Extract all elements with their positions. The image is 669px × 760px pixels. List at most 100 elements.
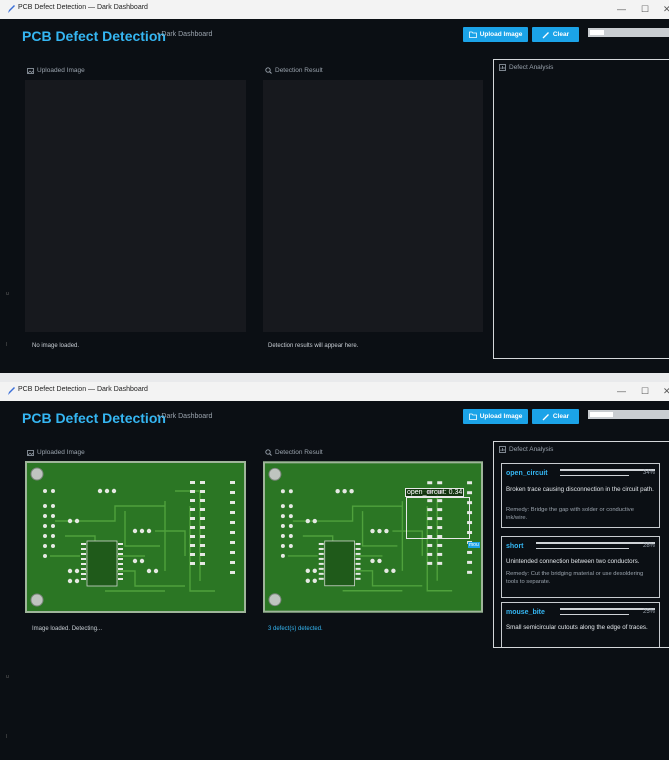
- pcb-pad: [190, 481, 195, 484]
- detection-status: 3 defect(s) detected.: [268, 626, 323, 632]
- pcb-pad: [43, 504, 47, 508]
- pcb-pad: [190, 517, 195, 520]
- pcb-pad: [190, 499, 195, 502]
- pcb-pad: [437, 481, 443, 485]
- pcb-pad: [43, 554, 47, 558]
- pcb-board-graphic: [25, 461, 246, 613]
- uploaded-image-label-text: Uploaded Image: [37, 449, 85, 456]
- defect-description: Unintended connection between two conduc…: [506, 558, 640, 565]
- pcb-pad: [280, 543, 285, 548]
- edge-marker: l: [6, 342, 8, 348]
- pcb-pad: [230, 491, 235, 494]
- pcb-pad: [230, 501, 235, 504]
- pcb-pad: [43, 534, 47, 538]
- pcb-pin: [355, 547, 361, 550]
- upload-label: Upload Image: [479, 413, 523, 420]
- upload-image-button[interactable]: Upload Image: [463, 27, 528, 42]
- pcb-pin: [118, 578, 123, 580]
- detection-result-label: Detection Result: [265, 67, 323, 74]
- pcb-pad: [370, 528, 375, 534]
- loaded-state-screenshot: PCB Defect Detection — Dark Dashboard — …: [0, 382, 669, 760]
- confidence-bar: [560, 469, 655, 471]
- pcb-pad: [349, 489, 354, 494]
- clear-label: Clear: [552, 31, 570, 38]
- pcb-pad: [230, 561, 235, 564]
- defect-card-open-circuit[interactable]: open_circuit 34% Broken trace causing di…: [501, 463, 660, 528]
- close-button[interactable]: ✕: [663, 3, 669, 15]
- confidence-bar: [560, 608, 655, 610]
- detection-result-label-text: Detection Result: [275, 67, 323, 74]
- pcb-pin: [81, 543, 86, 545]
- pcb-pad: [312, 578, 317, 583]
- pcb-pin: [81, 578, 86, 580]
- maximize-button[interactable]: ☐: [641, 3, 649, 15]
- pcb-chip: [324, 540, 355, 587]
- mounting-hole: [30, 593, 44, 607]
- pcb-pin: [81, 548, 86, 550]
- close-button[interactable]: ✕: [663, 385, 669, 397]
- pcb-pad: [342, 489, 347, 494]
- pcb-pin: [81, 563, 86, 565]
- pcb-pin: [118, 573, 123, 575]
- pcb-pin: [81, 573, 86, 575]
- pcb-pad: [51, 524, 55, 528]
- pcb-pad: [437, 543, 443, 547]
- clear-button[interactable]: Clear: [532, 409, 579, 424]
- maximize-button[interactable]: ☐: [641, 385, 649, 397]
- pcb-pad: [384, 528, 389, 534]
- pcb-pad: [437, 561, 443, 565]
- pcb-pad: [230, 531, 235, 534]
- edge-marker: l: [6, 734, 8, 740]
- pen-icon: [8, 387, 15, 395]
- pcb-pin: [355, 567, 361, 570]
- app-subtitle: • Dark Dashboard: [157, 413, 213, 420]
- minimize-button[interactable]: —: [617, 385, 626, 397]
- pcb-pad: [437, 552, 443, 556]
- pcb-pad: [67, 518, 73, 524]
- pcb-pad: [67, 578, 73, 584]
- pcb-pad: [467, 491, 473, 495]
- defect-card-short[interactable]: short 28% Unintended connection between …: [501, 536, 660, 598]
- pcb-pad: [190, 490, 195, 493]
- pcb-pin: [81, 568, 86, 570]
- defect-description: Broken trace causing disconnection in th…: [506, 486, 654, 493]
- pcb-pad: [230, 571, 235, 574]
- pcb-pad: [200, 553, 205, 556]
- app-title: PCB Defect Detection: [22, 28, 166, 44]
- pcb-pad: [280, 504, 285, 509]
- pcb-pin: [355, 557, 361, 560]
- pcb-image: [25, 461, 246, 613]
- pcb-pad: [200, 508, 205, 511]
- pen-icon: [8, 5, 15, 13]
- pcb-pad: [280, 489, 285, 494]
- window-title: PCB Defect Detection — Dark Dashboard: [18, 4, 148, 11]
- pcb-pin: [118, 543, 123, 545]
- pcb-pad: [200, 481, 205, 484]
- pcb-pin: [355, 552, 361, 555]
- pcb-pad: [335, 489, 340, 494]
- detection-status: Detection results will appear here.: [268, 343, 359, 349]
- pcb-pad: [288, 489, 293, 494]
- screenshot-separator: [0, 373, 669, 382]
- defect-name: short: [506, 543, 524, 550]
- brush-icon: [542, 31, 549, 38]
- upload-image-button[interactable]: Upload Image: [463, 409, 528, 424]
- minimize-button[interactable]: —: [617, 3, 626, 15]
- detection-result-label-text: Detection Result: [275, 449, 323, 456]
- pcb-substrate: [25, 461, 246, 613]
- pcb-pin: [118, 568, 123, 570]
- app-subtitle: • Dark Dashboard: [157, 31, 213, 38]
- pcb-pin: [355, 577, 361, 580]
- image-icon: [27, 67, 34, 74]
- pcb-pin: [355, 572, 361, 575]
- clear-button[interactable]: Clear: [532, 27, 579, 42]
- detection-image: open_circuit: 0.34 mou: [263, 461, 483, 613]
- defect-percent: 34%: [642, 470, 655, 476]
- pcb-pad: [305, 568, 310, 574]
- empty-state-screenshot: PCB Defect Detection — Dark Dashboard — …: [0, 0, 669, 373]
- pcb-pad: [139, 558, 145, 564]
- defect-card-mouse-bite[interactable]: mouse_bite 25% Small semicircular cutout…: [501, 602, 660, 647]
- pcb-pin: [355, 562, 361, 565]
- uploaded-image-label: Uploaded Image: [27, 449, 85, 456]
- pcb-pad: [146, 568, 152, 574]
